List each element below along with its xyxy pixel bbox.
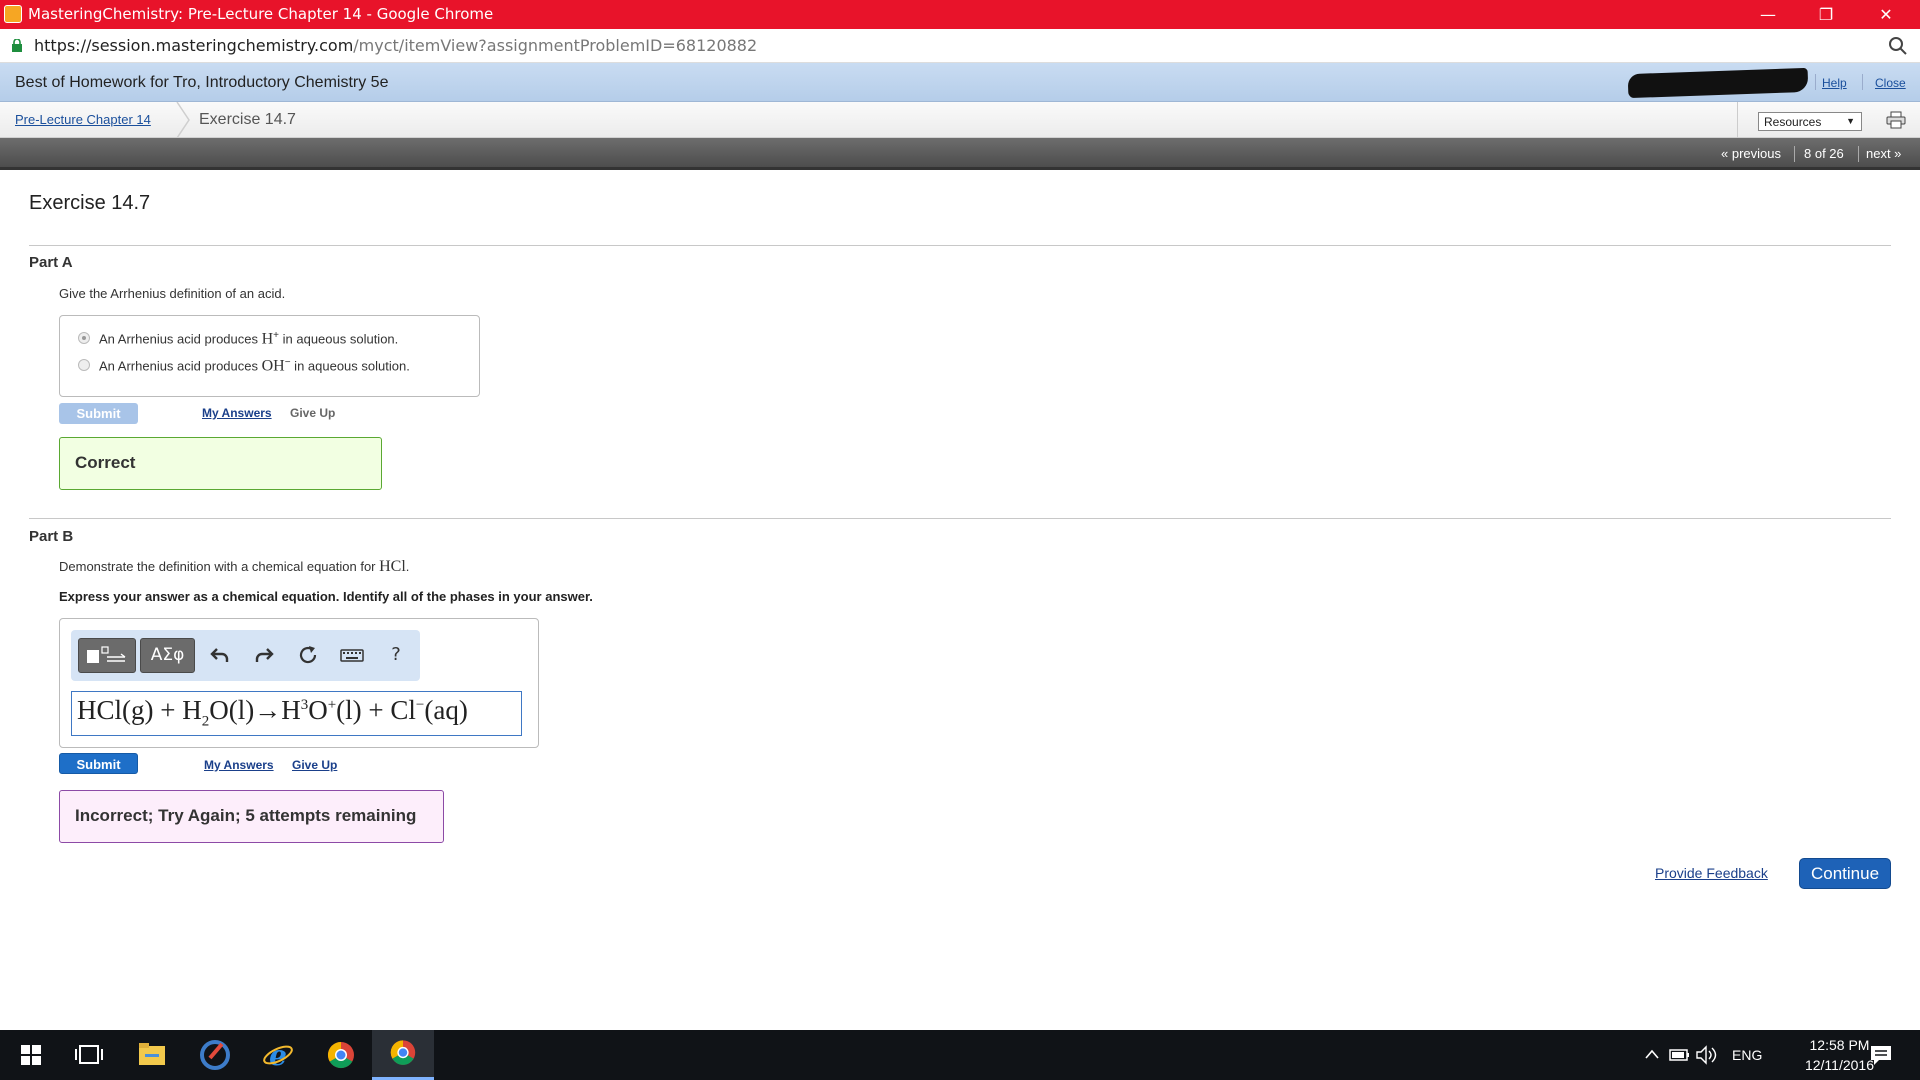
part-b-my-answers-link[interactable]: My Answers — [204, 758, 274, 772]
chevron-up-icon[interactable] — [1640, 1030, 1664, 1080]
part-b-prompt: Demonstrate the definition with a chemic… — [59, 558, 410, 575]
taskbar: e ENG 12:58 PM 12/11/2016 — [0, 1030, 1920, 1080]
redacted-username — [1627, 67, 1809, 99]
templates-button[interactable] — [78, 638, 136, 673]
previous-link[interactable]: « previous — [1721, 146, 1781, 161]
nav-divider — [1794, 146, 1795, 162]
language-indicator[interactable]: ENG — [1732, 1030, 1762, 1080]
app-favicon-icon — [4, 5, 22, 23]
correct-feedback: Correct — [59, 437, 382, 490]
part-b-heading: Part B — [29, 528, 74, 545]
part-b-instruction: Express your answer as a chemical equati… — [59, 589, 593, 604]
part-a-submit-button: Submit — [59, 403, 138, 424]
breadcrumb-chevron-icon — [176, 102, 190, 138]
divider — [29, 245, 1891, 246]
radio-unselected[interactable] — [78, 358, 90, 371]
resources-dropdown[interactable]: Resources ▼ — [1758, 112, 1862, 131]
choice-h-plus[interactable]: An Arrhenius acid produces H+ in aqueous… — [78, 330, 398, 348]
part-b-submit-button[interactable]: Submit — [59, 753, 138, 774]
part-a-my-answers-link[interactable]: My Answers — [202, 406, 272, 420]
chevron-down-icon: ▼ — [1846, 116, 1855, 126]
chrome-active-icon[interactable] — [372, 1030, 434, 1080]
clock-time: 12:58 PM — [1809, 1037, 1870, 1053]
undo-icon[interactable] — [208, 643, 232, 667]
redo-icon[interactable] — [252, 643, 276, 667]
next-link[interactable]: next » — [1866, 146, 1901, 161]
assignment-nav: « previous 8 of 26 next » — [0, 138, 1920, 170]
file-explorer-icon[interactable] — [121, 1030, 183, 1080]
header-divider — [1815, 74, 1816, 90]
breadcrumb-current: Exercise 14.7 — [199, 111, 296, 128]
help-link[interactable]: Help — [1822, 76, 1847, 90]
clock-date: 12/11/2016 — [1804, 1057, 1874, 1073]
editor-toolbar: ΑΣφ ? — [71, 630, 420, 681]
breadcrumb-divider — [1737, 102, 1738, 138]
breadcrumb-parent-link[interactable]: Pre-Lecture Chapter 14 — [15, 112, 151, 127]
continue-button[interactable]: Continue — [1799, 858, 1891, 889]
templates-icon — [87, 646, 126, 663]
help-icon[interactable]: ? — [384, 643, 408, 667]
close-link[interactable]: Close — [1875, 76, 1906, 90]
keyboard-icon[interactable] — [340, 643, 364, 667]
app-header: Best of Homework for Tro, Introductory C… — [0, 63, 1920, 102]
battery-icon[interactable] — [1668, 1030, 1692, 1080]
header-divider — [1862, 74, 1863, 90]
window-title: MasteringChemistry: Pre-Lecture Chapter … — [28, 5, 494, 23]
equation-editor: ΑΣφ ? HCl(g) + H2O(l)→H3O+(l) + Cl−(aq) — [59, 618, 539, 748]
part-b-give-up-link[interactable]: Give Up — [292, 758, 337, 772]
svg-text:e: e — [269, 1039, 287, 1072]
answer-input[interactable]: HCl(g) + H2O(l)→H3O+(l) + Cl−(aq) — [71, 691, 522, 736]
choice-oh-minus[interactable]: An Arrhenius acid produces OH− in aqueou… — [78, 357, 410, 375]
divider — [29, 518, 1891, 519]
chrome-icon[interactable] — [310, 1030, 372, 1080]
restore-icon[interactable]: ❐ — [1798, 0, 1854, 29]
system-clock[interactable]: 12:58 PM 12/11/2016 — [1805, 1035, 1874, 1075]
item-position: 8 of 26 — [1804, 146, 1844, 161]
close-window-icon[interactable]: ✕ — [1858, 0, 1914, 29]
task-view-icon[interactable] — [58, 1030, 120, 1080]
lock-icon — [12, 39, 22, 52]
page-title: Exercise 14.7 — [29, 192, 151, 214]
notifications-icon[interactable] — [1868, 1030, 1894, 1080]
incorrect-feedback: Incorrect; Try Again; 5 attempts remaini… — [59, 790, 444, 843]
window-titlebar: MasteringChemistry: Pre-Lecture Chapter … — [0, 0, 1920, 29]
course-title: Best of Homework for Tro, Introductory C… — [15, 74, 389, 91]
answer-choices: An Arrhenius acid produces H+ in aqueous… — [59, 315, 480, 397]
provide-feedback-link[interactable]: Provide Feedback — [1655, 865, 1768, 881]
volume-icon[interactable] — [1694, 1030, 1720, 1080]
internet-explorer-icon[interactable]: e — [247, 1030, 309, 1080]
address-bar[interactable]: https://session.masteringchemistry.com/m… — [0, 29, 1920, 63]
greek-symbols-button[interactable]: ΑΣφ — [140, 638, 195, 673]
main-content: Exercise 14.7 Part A Give the Arrhenius … — [0, 173, 1920, 1030]
windows-start-icon[interactable] — [0, 1030, 62, 1080]
part-a-prompt: Give the Arrhenius definition of an acid… — [59, 286, 286, 301]
search-icon[interactable] — [1888, 36, 1908, 56]
part-a-heading: Part A — [29, 254, 73, 271]
breadcrumb: Pre-Lecture Chapter 14 Exercise 14.7 Res… — [0, 102, 1920, 138]
reset-icon[interactable] — [296, 643, 320, 667]
print-icon[interactable] — [1886, 111, 1906, 129]
radio-selected[interactable] — [78, 331, 90, 344]
part-a-give-up-label: Give Up — [290, 406, 336, 420]
resources-label: Resources — [1764, 115, 1822, 129]
minimize-icon[interactable]: — — [1740, 0, 1796, 29]
nav-divider — [1858, 146, 1859, 162]
ccleaner-icon[interactable] — [184, 1030, 246, 1080]
url-text[interactable]: https://session.masteringchemistry.com/m… — [34, 36, 757, 55]
